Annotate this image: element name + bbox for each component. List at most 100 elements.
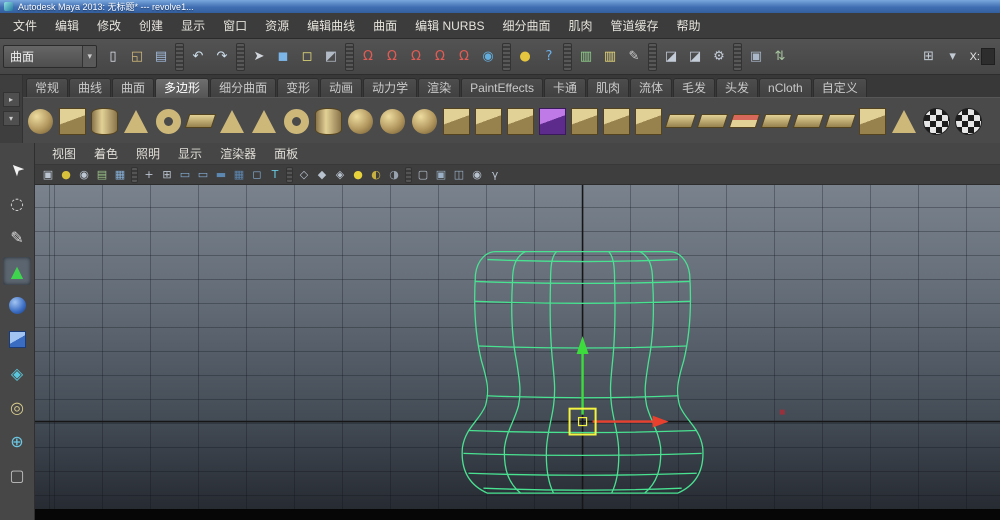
bevel-icon[interactable] [633, 101, 663, 141]
snap-to-grid-icon[interactable]: Ω [357, 46, 379, 68]
poly-pyramid-icon[interactable] [249, 101, 279, 141]
shelf-tab-rendering[interactable]: 渲染 [418, 78, 460, 97]
bookmarks-icon[interactable]: ▤ [93, 166, 111, 183]
snap-to-view-plane-icon[interactable]: Ω [453, 46, 475, 68]
make-live-icon[interactable]: ◉ [477, 46, 499, 68]
select-object-icon[interactable]: ◼ [272, 46, 294, 68]
panel-menu-renderer[interactable]: 渲染器 [211, 144, 265, 164]
gamma-icon[interactable]: γ [486, 166, 504, 183]
render-settings-icon[interactable]: ⚙ [708, 46, 730, 68]
uv-checker-alt-icon[interactable] [953, 101, 983, 141]
manipulator-y-arrowhead[interactable] [577, 336, 589, 354]
shelf-tab-deformation[interactable]: 变形 [277, 78, 319, 97]
snap-to-projected-center-icon[interactable]: Ω [429, 46, 451, 68]
shaded-display-icon[interactable]: ◆ [313, 166, 331, 183]
soft-mod-tool[interactable]: ◎ [3, 393, 31, 421]
menu-set-dropdown[interactable]: 曲面 ▾ [3, 45, 97, 68]
append-to-polygon-icon[interactable] [697, 101, 727, 141]
textured-display-icon[interactable]: ◈ [331, 166, 349, 183]
extract-icon[interactable] [569, 101, 599, 141]
bridge-icon[interactable] [665, 101, 695, 141]
lock-selection-icon[interactable]: ● [514, 46, 536, 68]
ambient-occlusion-icon[interactable]: ◑ [385, 166, 403, 183]
field-expand-icon[interactable]: ▾ [942, 46, 964, 68]
shadows-icon[interactable]: ◐ [367, 166, 385, 183]
highlight-selection-icon[interactable]: ◩ [320, 46, 342, 68]
grid-toggle-icon[interactable]: ⊞ [158, 166, 176, 183]
move-tool[interactable]: ▲ [3, 257, 31, 285]
panel-menu-show[interactable]: 显示 [169, 144, 211, 164]
interactive-split-icon[interactable] [761, 101, 791, 141]
poly-platonic-solid-icon[interactable] [377, 101, 407, 141]
panel-menu-shading[interactable]: 着色 [85, 144, 127, 164]
shelf-tab-surfaces[interactable]: 曲面 [112, 78, 154, 97]
shelf-tab-fluids[interactable]: 流体 [630, 78, 672, 97]
menu-muscle[interactable]: 肌肉 [560, 14, 602, 38]
menu-file[interactable]: 文件 [4, 14, 46, 38]
shelf-tab-toon[interactable]: 卡通 [544, 78, 586, 97]
xray-joints-icon[interactable]: ◫ [450, 166, 468, 183]
x-coordinate-input[interactable] [981, 48, 995, 65]
smooth-icon[interactable] [409, 101, 439, 141]
snap-to-point-icon[interactable]: Ω [405, 46, 427, 68]
poly-cube-icon[interactable] [57, 101, 87, 141]
shelf-menu-button[interactable]: ▾ [3, 111, 20, 126]
offset-edge-loop-icon[interactable] [825, 101, 855, 141]
last-tool-used[interactable]: ▢ [3, 461, 31, 489]
mirror-geometry-icon[interactable] [857, 101, 887, 141]
select-hierarchy-icon[interactable]: ➤ [248, 46, 270, 68]
shelf-tab-muscle[interactable]: 肌肉 [587, 78, 629, 97]
open-scene-icon[interactable]: ◱ [126, 46, 148, 68]
two-d-pan-zoom-icon[interactable]: + [140, 166, 158, 183]
menu-edit[interactable]: 编辑 [46, 14, 88, 38]
new-scene-icon[interactable]: ▯ [102, 46, 124, 68]
isolate-select-icon[interactable]: ▢ [414, 166, 432, 183]
title-bar[interactable]: Autodesk Maya 2013: 无标题* --- revolve1... [0, 0, 1000, 13]
poly-prism-icon[interactable] [217, 101, 247, 141]
menu-display[interactable]: 显示 [172, 14, 214, 38]
paint-select-tool[interactable]: ✎ [3, 223, 31, 251]
menu-window[interactable]: 窗口 [214, 14, 256, 38]
poly-torus-icon[interactable] [153, 101, 183, 141]
safe-action-icon[interactable]: ◻ [248, 166, 266, 183]
poly-sphere-icon[interactable] [25, 101, 55, 141]
poly-soccer-ball-icon[interactable] [345, 101, 375, 141]
menu-subdiv-surfaces[interactable]: 细分曲面 [493, 14, 559, 38]
select-tool[interactable]: ➤ [3, 155, 31, 183]
viewport-3d[interactable] [35, 185, 1000, 520]
wireframe-display-icon[interactable]: ◇ [295, 166, 313, 183]
menu-assets[interactable]: 资源 [256, 14, 298, 38]
resolution-gate-icon[interactable]: ▭ [194, 166, 212, 183]
redo-icon[interactable]: ↷ [211, 46, 233, 68]
crease-tool-icon[interactable] [889, 101, 919, 141]
undo-icon[interactable]: ↶ [187, 46, 209, 68]
shelf-tab-hair[interactable]: 头发 [716, 78, 758, 97]
input-operations-icon[interactable]: ▥ [575, 46, 597, 68]
film-gate-icon[interactable]: ▭ [176, 166, 194, 183]
field-chart-icon[interactable]: ▦ [230, 166, 248, 183]
move-manipulator[interactable] [570, 336, 669, 434]
subdiv-proxy-icon[interactable] [441, 101, 471, 141]
menu-create[interactable]: 创建 [130, 14, 172, 38]
help-icon[interactable]: ? [538, 46, 560, 68]
menu-pipeline-cache[interactable]: 管道缓存 [602, 14, 668, 38]
distant-object-dot[interactable] [780, 410, 785, 415]
poly-pipe-icon[interactable] [281, 101, 311, 141]
poly-cylinder-icon[interactable] [89, 101, 119, 141]
sort-icon[interactable]: ⇅ [769, 46, 791, 68]
snap-to-curve-icon[interactable]: Ω [381, 46, 403, 68]
separate-icon[interactable] [505, 101, 535, 141]
safe-title-icon[interactable]: T [266, 166, 284, 183]
extrude-icon[interactable] [601, 101, 631, 141]
shelf-tab-list-button[interactable]: ▸ [3, 92, 20, 107]
gate-mask-icon[interactable]: ▬ [212, 166, 230, 183]
select-component-icon[interactable]: ◻ [296, 46, 318, 68]
ipr-render-icon[interactable]: ◪ [684, 46, 706, 68]
image-plane-icon[interactable]: ▦ [111, 166, 129, 183]
shelf-tab-ncloth[interactable]: nCloth [759, 78, 812, 97]
shelf-tab-general[interactable]: 常规 [26, 78, 68, 97]
booleans-icon[interactable] [537, 101, 567, 141]
render-current-frame-icon[interactable]: ◪ [660, 46, 682, 68]
show-manipulator-tool[interactable]: ⊕ [3, 427, 31, 455]
manipulator-x-arrowhead[interactable] [653, 416, 669, 428]
